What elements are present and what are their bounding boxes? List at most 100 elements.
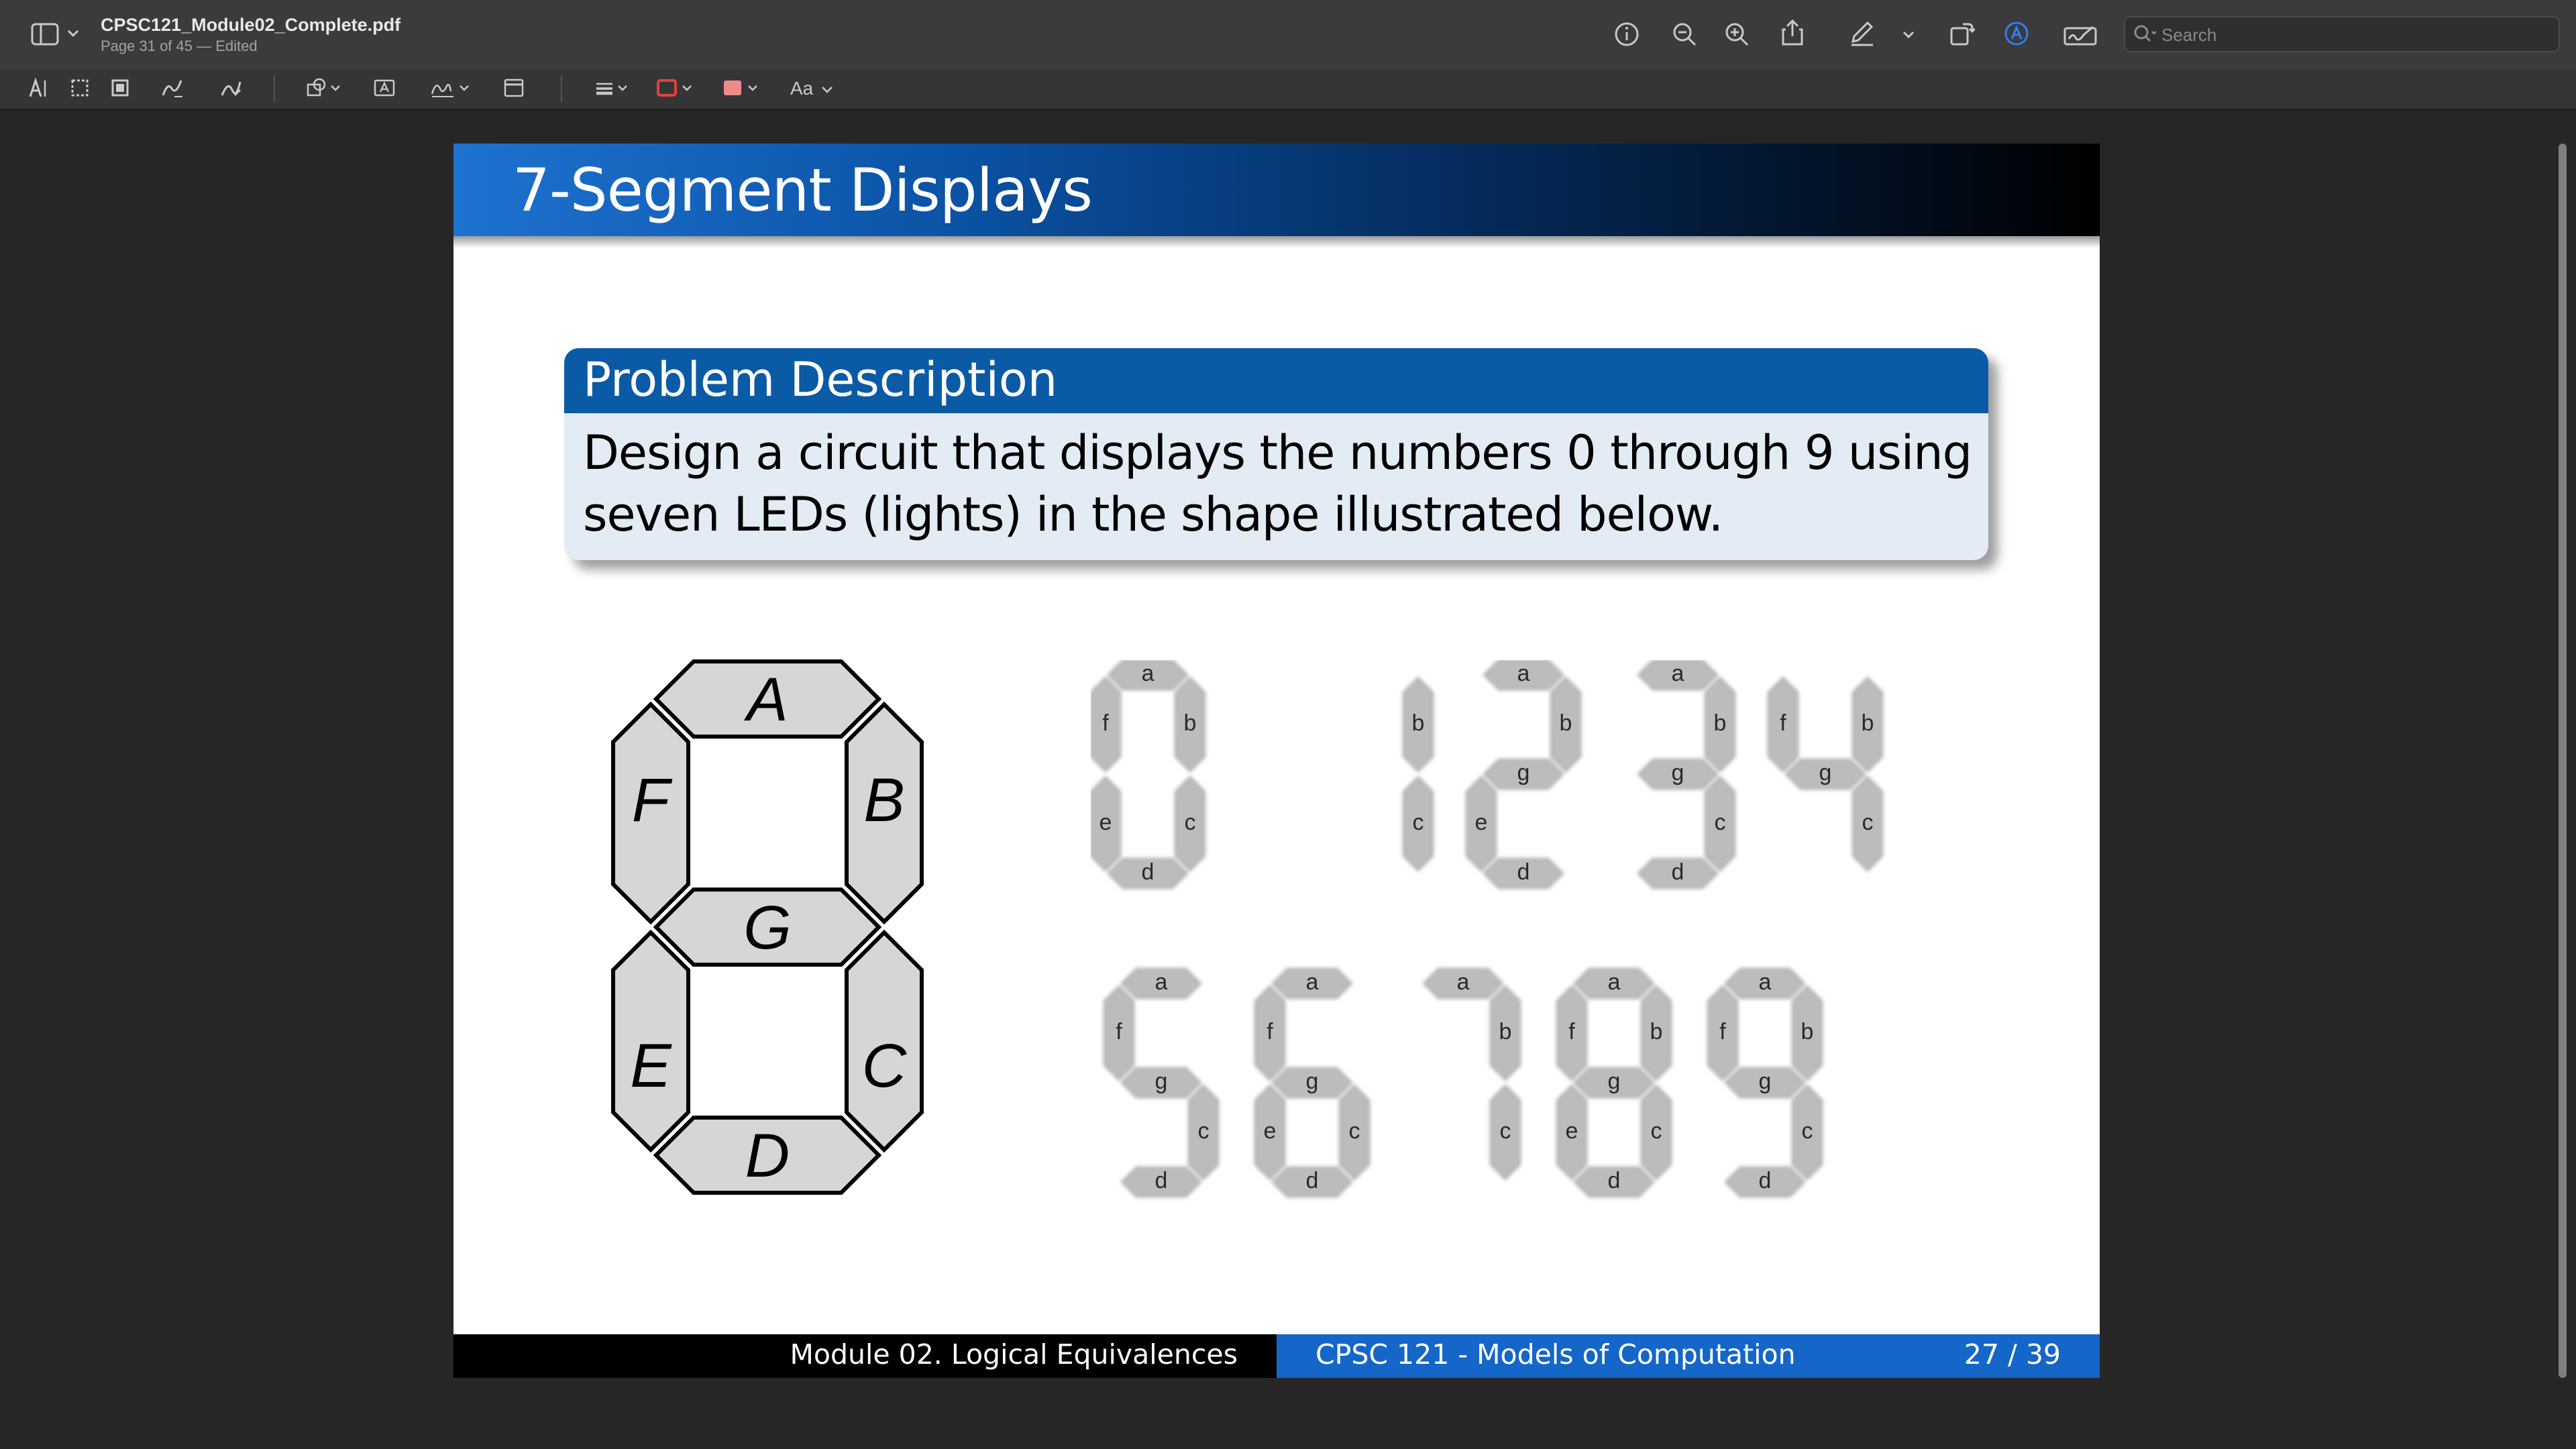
digit-5-label-d: d xyxy=(1155,1168,1168,1193)
digit-4-label-f: f xyxy=(1780,710,1786,736)
vertical-scrollbar[interactable] xyxy=(2559,144,2567,1378)
digit-8-label-d: d xyxy=(1608,1168,1621,1193)
window-titlebar: CPSC121_Module02_Complete.pdf Page 31 of… xyxy=(0,0,2576,71)
digit-4: f g b c xyxy=(1768,676,1883,872)
search-field[interactable] xyxy=(2124,16,2560,52)
problem-description-block: Problem Description Design a circuit tha… xyxy=(564,348,1988,560)
digit-3-label-b: b xyxy=(1714,710,1727,736)
digit-7: a b c xyxy=(1422,968,1521,1181)
digit-4-label-c: c xyxy=(1862,810,1874,835)
border-color-icon[interactable] xyxy=(656,78,696,98)
segment-label-c: C xyxy=(862,1032,907,1100)
sidebar-toggle-icon[interactable] xyxy=(31,23,60,46)
markup-pen-icon[interactable] xyxy=(1849,20,1876,47)
share-icon[interactable] xyxy=(1780,19,1805,47)
digit-0: a b c d e f xyxy=(1091,660,1205,889)
digit-1-segments xyxy=(1403,676,1434,872)
segment-label-d: D xyxy=(745,1122,790,1190)
info-icon[interactable] xyxy=(1614,21,1640,47)
digit-3-label-a: a xyxy=(1672,661,1684,686)
digit-3: a b g c d xyxy=(1637,660,1735,889)
digit-6: a f g e c d xyxy=(1254,968,1370,1197)
digit-7-label-b: b xyxy=(1499,1019,1512,1044)
sidebar-menu-chevron-icon[interactable] xyxy=(67,30,79,38)
digit-0-label-d: d xyxy=(1142,859,1155,885)
segment-label-e: E xyxy=(630,1032,672,1100)
digit-9-label-c: c xyxy=(1802,1118,1813,1144)
digit-2: a b g e d xyxy=(1466,660,1581,889)
digit-5-label-g: g xyxy=(1155,1069,1168,1094)
digit-3-label-c: c xyxy=(1715,810,1726,835)
digit-5-label-c: c xyxy=(1198,1118,1210,1144)
digit-6-label-c: c xyxy=(1349,1118,1360,1144)
markup-toolbar: Aa xyxy=(0,70,2576,110)
digit-0-label-f: f xyxy=(1102,710,1109,736)
zoom-in-icon[interactable] xyxy=(1724,21,1750,47)
digit-8-label-e: e xyxy=(1566,1118,1578,1144)
digit-5-label-f: f xyxy=(1116,1019,1122,1044)
digit-2-label-e: e xyxy=(1475,810,1488,835)
digit-1-label-b: b xyxy=(1412,710,1425,736)
rectangular-selection-icon[interactable] xyxy=(70,78,90,98)
shape-style-icon[interactable] xyxy=(594,78,632,98)
text-style-button[interactable]: Aa xyxy=(790,79,833,98)
note-icon[interactable] xyxy=(503,78,525,98)
text-selection-icon[interactable] xyxy=(28,78,48,99)
autofill-form-icon[interactable] xyxy=(2003,20,2030,47)
shapes-icon[interactable] xyxy=(306,78,343,98)
digit-0-label-e: e xyxy=(1099,810,1112,835)
sketch-icon[interactable] xyxy=(161,78,184,98)
footer-course: CPSC 121 - Models of Computation xyxy=(1316,1338,1796,1371)
digit-2-label-d: d xyxy=(1517,859,1530,885)
digit-6-label-f: f xyxy=(1267,1019,1273,1044)
block-title: Problem Description xyxy=(583,352,1058,407)
segment-label-g: G xyxy=(743,894,792,962)
divider xyxy=(274,75,275,102)
digit-8: a b c d e f g xyxy=(1556,968,1672,1197)
digit-8-label-f: f xyxy=(1568,1019,1575,1044)
digit-6-label-g: g xyxy=(1306,1069,1319,1094)
digit-4-label-b: b xyxy=(1862,710,1874,736)
digit-7-segments xyxy=(1422,968,1521,1181)
search-input[interactable] xyxy=(2160,23,2552,47)
digit-3-segments xyxy=(1637,660,1735,889)
signature-icon[interactable] xyxy=(2063,23,2097,46)
digit-9: a b c d f g xyxy=(1707,968,1823,1197)
digit-2-label-g: g xyxy=(1517,760,1530,786)
fill-color-icon[interactable] xyxy=(722,78,762,98)
footer-left: Module 02. Logical Equivalences xyxy=(453,1334,1277,1378)
redact-icon[interactable] xyxy=(110,78,130,98)
segment-label-b: B xyxy=(863,766,904,835)
document-subtitle: Page 31 of 45 — Edited xyxy=(101,38,258,54)
digit-6-label-e: e xyxy=(1264,1118,1277,1144)
digit-0-label-a: a xyxy=(1142,661,1155,686)
digit-3-label-g: g xyxy=(1672,760,1684,786)
digit-9-label-d: d xyxy=(1759,1168,1772,1193)
search-icon xyxy=(2133,24,2157,44)
digit-4-label-g: g xyxy=(1819,760,1832,786)
footer-right: CPSC 121 - Models of Computation 27 / 39 xyxy=(1277,1334,2100,1378)
footer-page-number: 27 / 39 xyxy=(1964,1338,2061,1371)
markup-chevron-icon[interactable] xyxy=(1902,31,1915,39)
slide-header: 7-Segment Displays xyxy=(453,144,2100,248)
digit-2-label-b: b xyxy=(1560,710,1572,736)
digit-3-label-d: d xyxy=(1672,859,1684,885)
draw-icon[interactable] xyxy=(220,78,243,98)
digit-7-label-a: a xyxy=(1457,969,1470,995)
rotate-icon[interactable] xyxy=(1948,20,1975,47)
digit-8-label-b: b xyxy=(1650,1019,1663,1044)
document-title: CPSC121_Module02_Complete.pdf xyxy=(101,15,401,35)
digit-9-label-g: g xyxy=(1759,1069,1772,1094)
digit-6-label-d: d xyxy=(1306,1168,1319,1193)
digit-9-label-b: b xyxy=(1801,1019,1814,1044)
divider xyxy=(561,75,562,102)
block-header: Problem Description xyxy=(564,348,1988,413)
digit-5: a f g c d xyxy=(1104,968,1219,1197)
digit-0-segments xyxy=(1091,660,1205,889)
zoom-out-icon[interactable] xyxy=(1672,21,1697,47)
segment-label-f: F xyxy=(632,766,673,835)
text-box-icon[interactable] xyxy=(373,78,396,98)
digit-9-label-f: f xyxy=(1719,1019,1726,1044)
digit-2-label-a: a xyxy=(1517,661,1530,686)
sign-icon[interactable] xyxy=(429,78,472,98)
